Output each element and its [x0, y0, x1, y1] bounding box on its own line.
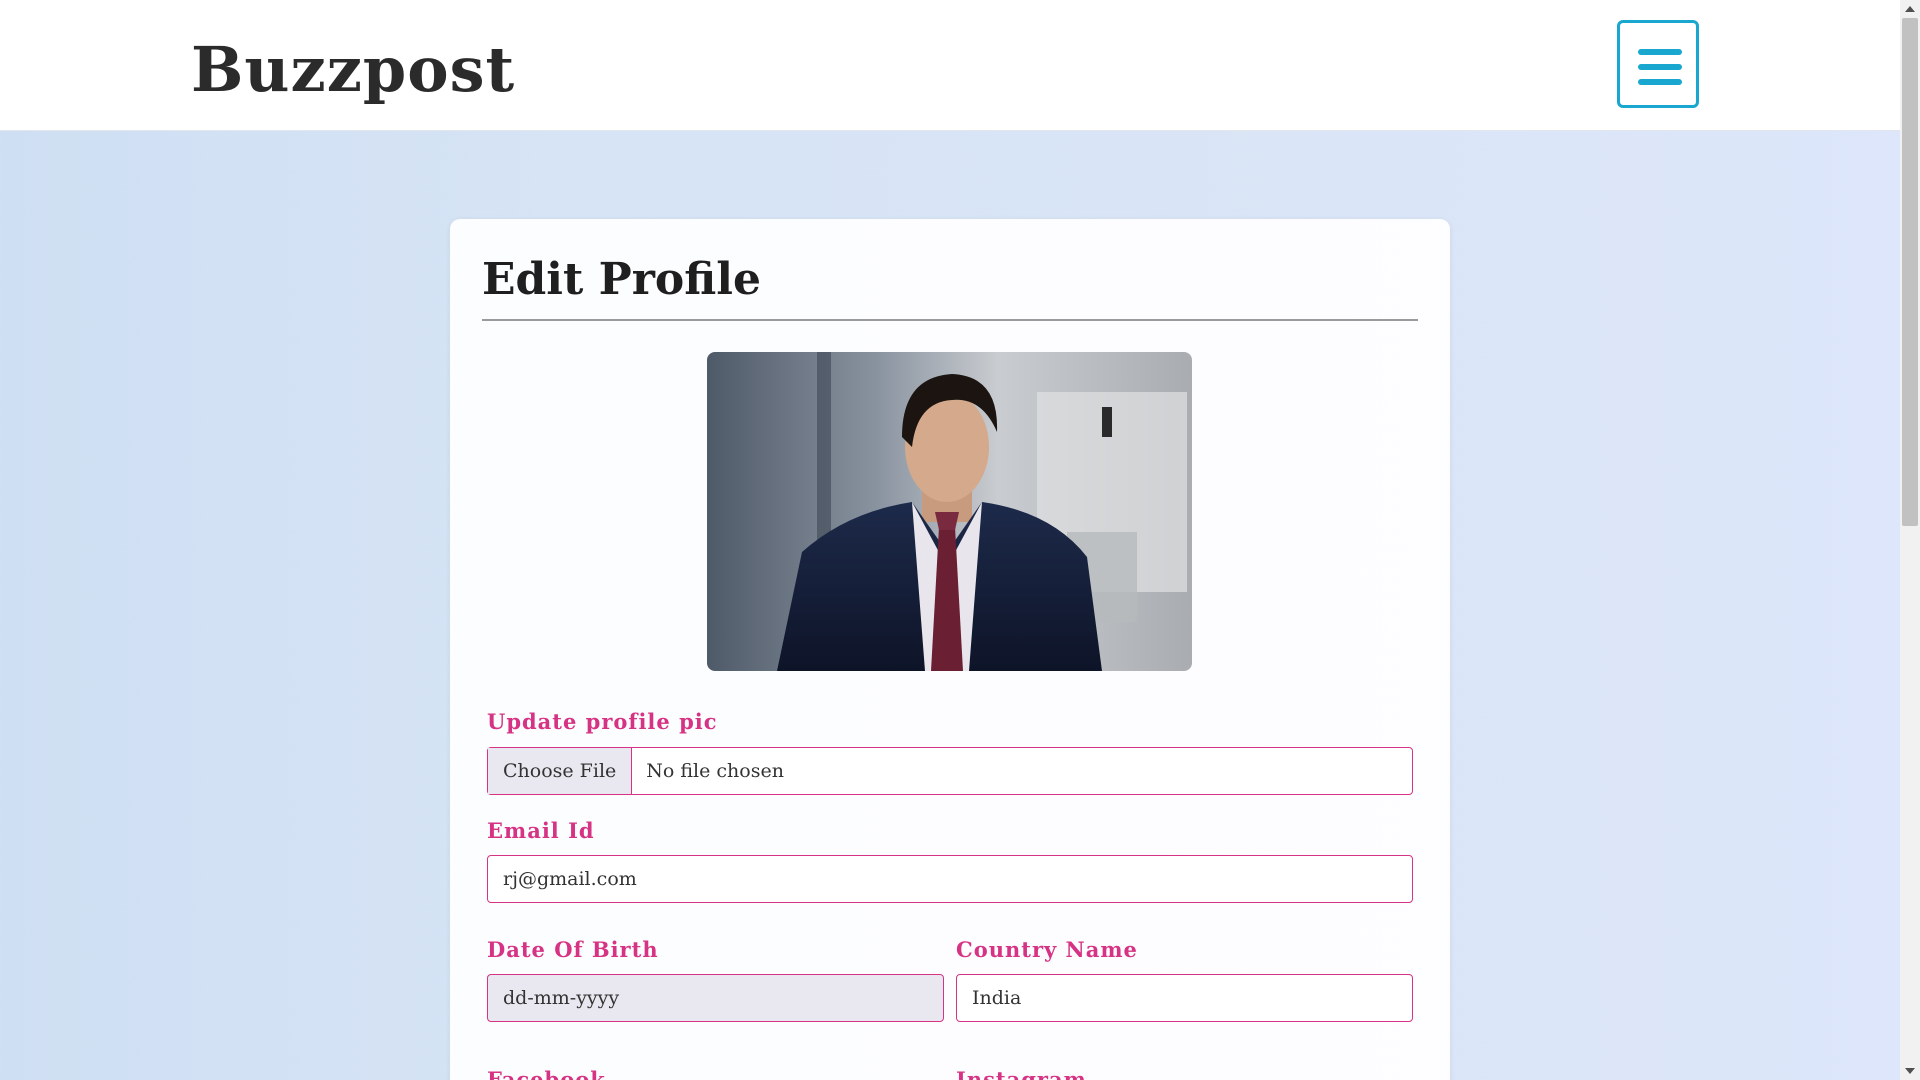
instagram-label: Instagram: [956, 1067, 1087, 1080]
scroll-down-arrow-icon[interactable]: [1905, 1068, 1915, 1074]
scroll-up-arrow-icon[interactable]: [1905, 6, 1915, 12]
email-label: Email Id: [487, 818, 595, 843]
hamburger-menu-icon-bar: [1638, 64, 1682, 70]
top-navbar: Buzzpost: [0, 0, 1900, 131]
dob-label: Date Of Birth: [487, 937, 659, 962]
hamburger-menu-icon: [1638, 49, 1682, 55]
file-status-text: No file chosen: [646, 760, 784, 782]
page-title: Edit Profile: [482, 254, 761, 305]
page-scrollbar[interactable]: [1900, 0, 1920, 1080]
country-label: Country Name: [956, 937, 1138, 962]
title-divider: [482, 319, 1418, 321]
edit-profile-card: Edit Profile Update profile pic Choose F…: [450, 219, 1450, 1080]
profile-pic-file-input[interactable]: Choose File No file chosen: [487, 747, 1413, 795]
email-field[interactable]: rj@gmail.com: [487, 855, 1413, 903]
hamburger-menu-button[interactable]: [1617, 20, 1699, 108]
dob-field[interactable]: dd-mm-yyyy: [487, 974, 944, 1022]
facebook-label: Facebook: [487, 1067, 606, 1080]
hamburger-menu-icon-bar: [1638, 79, 1682, 85]
choose-file-button[interactable]: Choose File: [488, 748, 633, 794]
profile-photo: [707, 352, 1192, 671]
profile-pic-label: Update profile pic: [487, 709, 718, 734]
country-field[interactable]: India: [956, 974, 1413, 1022]
brand-logo[interactable]: Buzzpost: [191, 30, 515, 110]
scrollbar-thumb[interactable]: [1902, 18, 1918, 526]
